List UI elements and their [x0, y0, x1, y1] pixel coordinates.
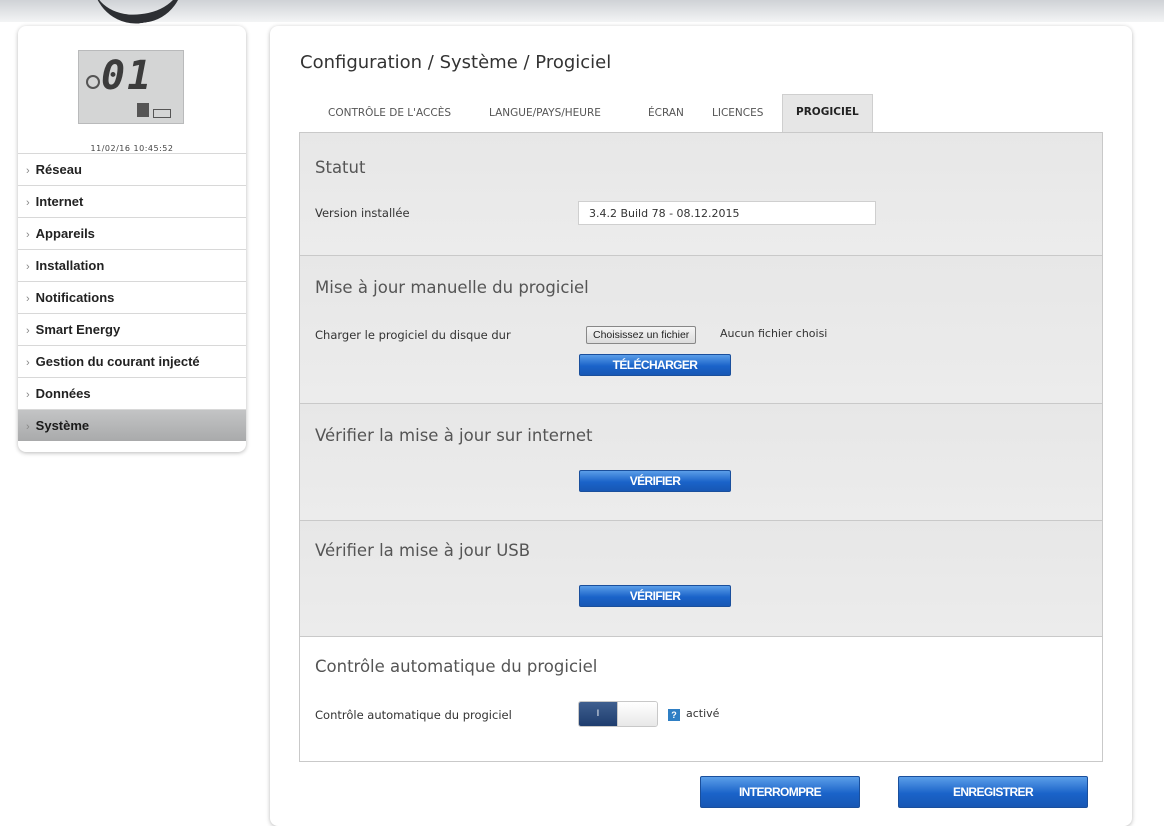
toggle-state-label: activé [686, 707, 720, 720]
save-button[interactable]: ENREGISTRER [898, 776, 1088, 808]
version-label: Version installée [315, 206, 410, 220]
main-panel: Configuration / Système / Progiciel CONT… [270, 26, 1132, 826]
chevron-right-icon: › [26, 389, 30, 401]
sidebar-item-label: Appareils [35, 226, 95, 241]
chevron-right-icon: › [26, 165, 30, 177]
chevron-right-icon: › [26, 261, 30, 273]
tab-controle-acces[interactable]: CONTRÔLE DE L'ACCÈS [328, 96, 451, 132]
section-title: Vérifier la mise à jour USB [315, 541, 531, 560]
chevron-right-icon: › [26, 197, 30, 209]
toggle-on-indicator: I [579, 702, 617, 726]
lcd-digits: 01 [101, 53, 154, 99]
lcd-datetime: 11/02/16 10:45:52 [90, 144, 174, 153]
sidebar-item-appareils[interactable]: › Appareils [18, 217, 246, 249]
usb-check-section: Vérifier la mise à jour USB VÉRIFIER [300, 521, 1102, 637]
battery-icon [137, 103, 149, 117]
chevron-right-icon: › [26, 229, 30, 241]
sidebar-nav: › Réseau › Internet › Appareils › Installati… [18, 153, 246, 441]
chevron-right-icon: › [26, 421, 30, 433]
auto-check-toggle[interactable]: I [578, 701, 658, 727]
section-title: Statut [315, 158, 366, 177]
status-section: Statut Version installée [300, 133, 1102, 256]
tab-ecran[interactable]: ÉCRAN [648, 96, 684, 132]
sidebar-item-label: Données [35, 386, 91, 401]
sidebar-item-label: Notifications [35, 290, 115, 305]
content-area: Statut Version installée Mise à jour man… [299, 132, 1103, 762]
check-usb-button[interactable]: VÉRIFIER [579, 585, 731, 607]
sidebar-item-donnees[interactable]: › Données [18, 377, 246, 409]
section-title: Mise à jour manuelle du progiciel [315, 278, 589, 297]
sidebar-item-notifications[interactable]: › Notifications [18, 281, 246, 313]
sidebar-item-reseau[interactable]: › Réseau [18, 153, 246, 185]
sidebar-item-label: Gestion du courant injecté [35, 354, 200, 369]
tab-licences[interactable]: LICENCES [712, 96, 763, 132]
globe-icon [86, 75, 100, 89]
sidebar-item-label: Installation [35, 258, 105, 273]
help-icon[interactable]: ? [668, 709, 680, 721]
sidebar-item-internet[interactable]: › Internet [18, 185, 246, 217]
page-title: Configuration / Système / Progiciel [300, 52, 612, 73]
sidebar-item-gestion-courant[interactable]: › Gestion du courant injecté [18, 345, 246, 377]
sidebar-item-label: Smart Energy [35, 322, 121, 337]
sidebar-item-label: Réseau [35, 162, 82, 177]
choose-file-button[interactable]: Choisissez un fichier [586, 326, 697, 344]
cancel-button[interactable]: INTERROMPRE [700, 776, 860, 808]
internet-check-section: Vérifier la mise à jour sur internet VÉR… [300, 404, 1102, 521]
tab-langue-pays-heure[interactable]: LANGUE/PAYS/HEURE [489, 96, 601, 132]
chevron-right-icon: › [26, 293, 30, 305]
sidebar-item-label: Système [35, 418, 90, 433]
sidebar-item-installation[interactable]: › Installation [18, 249, 246, 281]
toggle-knob [617, 702, 657, 726]
chevron-right-icon: › [26, 325, 30, 337]
tab-progiciel[interactable]: PROGICIEL [782, 94, 873, 133]
auto-check-section: Contrôle automatique du progiciel Contrô… [300, 637, 1102, 761]
section-title: Contrôle automatique du progiciel [315, 657, 598, 676]
check-internet-button[interactable]: VÉRIFIER [579, 470, 731, 492]
upload-button[interactable]: TÉLÉCHARGER [579, 354, 731, 376]
sidebar-item-label: Internet [35, 194, 84, 209]
auto-check-label: Contrôle automatique du progiciel [315, 708, 512, 722]
lcd-screen: 01 [78, 50, 184, 124]
file-status: Aucun fichier choisi [720, 327, 828, 340]
sidebar: 01 11/02/16 10:45:52 › Réseau › Internet ›… [18, 26, 246, 452]
inverter-display: 01 11/02/16 10:45:52 [18, 26, 246, 154]
version-field[interactable] [578, 201, 876, 225]
section-title: Vérifier la mise à jour sur internet [315, 426, 593, 445]
sidebar-item-smart-energy[interactable]: › Smart Energy [18, 313, 246, 345]
grid-icon [153, 109, 171, 118]
sidebar-item-systeme[interactable]: › Système [18, 409, 246, 441]
manual-update-section: Mise à jour manuelle du progiciel Charge… [300, 256, 1102, 404]
load-firmware-label: Charger le progiciel du disque dur [315, 328, 511, 342]
chevron-right-icon: › [26, 357, 30, 369]
